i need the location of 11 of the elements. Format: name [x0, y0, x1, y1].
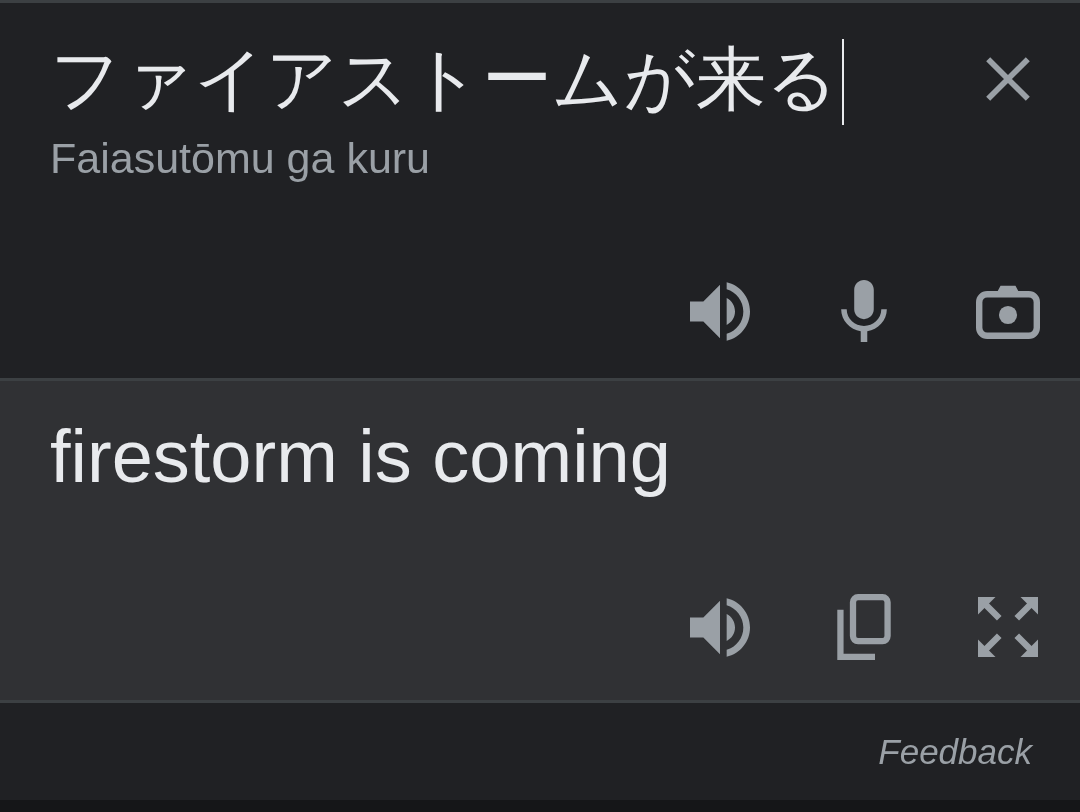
- speaker-icon: [690, 281, 750, 341]
- fullscreen-button[interactable]: [976, 595, 1040, 659]
- source-input-field[interactable]: ファイアストームが来る: [50, 35, 844, 123]
- close-icon: [986, 57, 1030, 101]
- feedback-link[interactable]: Feedback: [878, 730, 1032, 773]
- copy-icon: [837, 594, 891, 660]
- speaker-icon: [690, 597, 750, 657]
- microphone-icon: [838, 280, 890, 342]
- translation-text: firestorm is coming: [50, 414, 671, 500]
- fullscreen-icon: [978, 597, 1038, 657]
- romanization-text: Faiasutōmu ga kuru: [50, 133, 431, 183]
